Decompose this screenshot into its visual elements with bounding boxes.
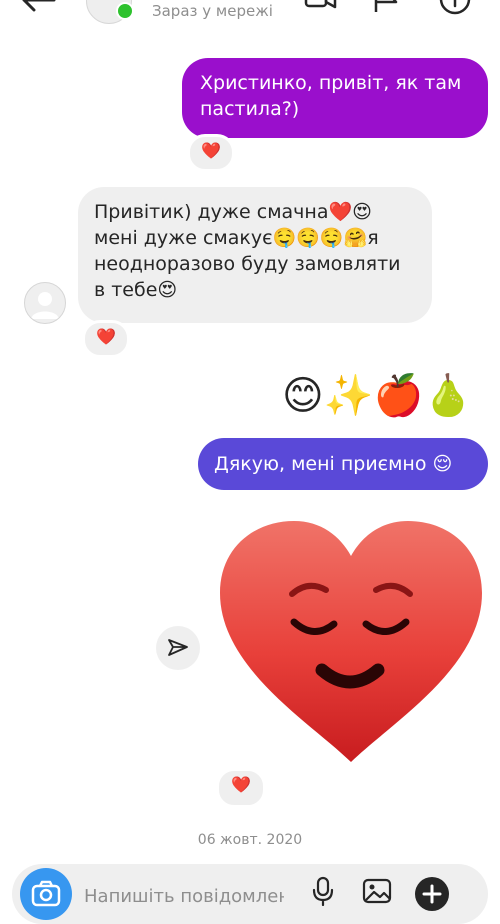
heart-reaction[interactable]: ❤️ xyxy=(187,134,235,172)
online-status-dot xyxy=(116,2,134,20)
share-button[interactable] xyxy=(156,626,200,670)
heart-sticker[interactable] xyxy=(216,518,486,764)
back-arrow-icon[interactable] xyxy=(18,0,58,16)
incoming-message[interactable]: Привітик) дуже смачна❤️😍 мені дуже смаку… xyxy=(78,187,432,323)
send-paper-plane-icon xyxy=(168,639,188,656)
default-user-icon xyxy=(31,292,59,319)
heart-reaction[interactable]: ❤️ xyxy=(216,768,266,808)
image-icon[interactable] xyxy=(362,876,392,906)
info-icon[interactable] xyxy=(438,0,472,16)
camera-button[interactable] xyxy=(20,868,72,920)
plus-icon[interactable] xyxy=(414,876,450,912)
video-call-icon[interactable] xyxy=(304,0,338,16)
message-input[interactable] xyxy=(84,884,284,908)
online-status-text: Зараз у мережі xyxy=(152,2,273,20)
sender-avatar[interactable] xyxy=(24,282,66,324)
camera-icon xyxy=(31,880,61,907)
flag-icon[interactable] xyxy=(370,0,404,16)
chat-header: Зараз у мережі xyxy=(0,0,500,24)
outgoing-message[interactable]: Дякую, мені приємно 😌 xyxy=(198,438,488,490)
outgoing-message[interactable]: Христинко, привіт, як там пастила?) xyxy=(182,58,488,138)
date-separator: 06 жовт. 2020 xyxy=(197,832,303,848)
emoji-message[interactable]: 😊✨🍎🍐 xyxy=(282,370,492,422)
mic-icon[interactable] xyxy=(308,876,338,906)
heart-reaction[interactable]: ❤️ xyxy=(82,320,130,358)
